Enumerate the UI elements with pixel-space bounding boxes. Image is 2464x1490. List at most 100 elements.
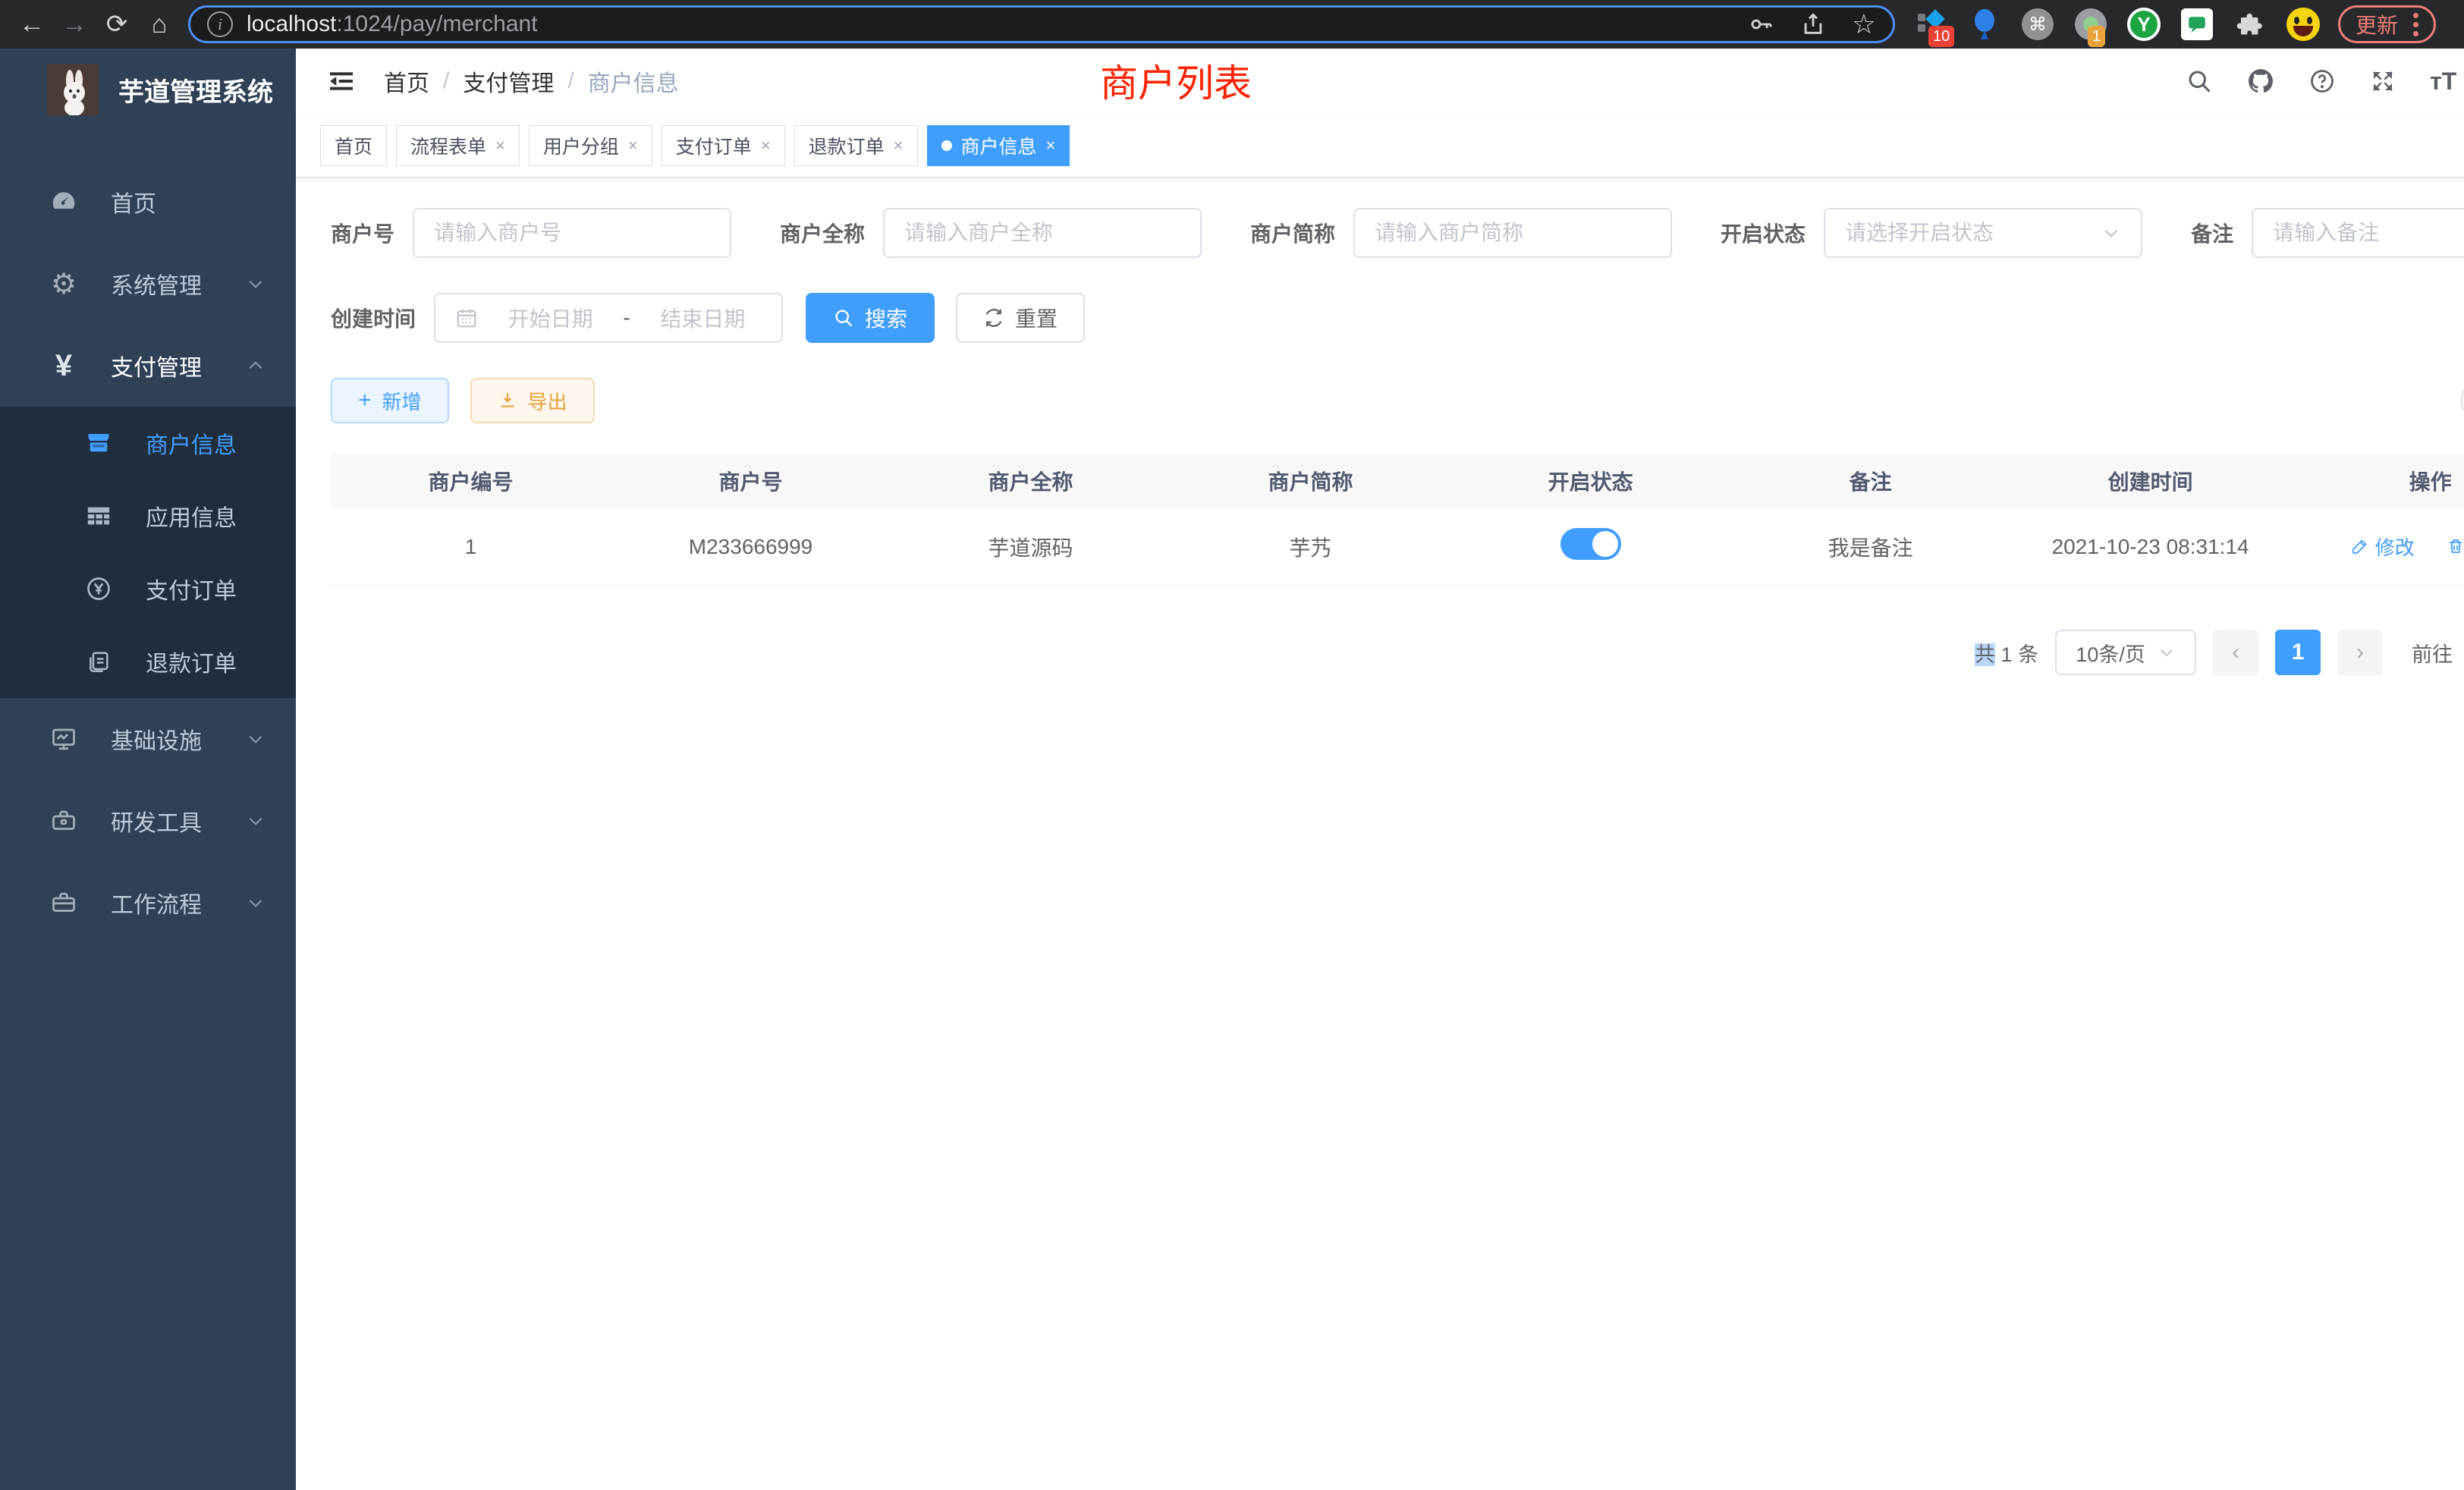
tags-view-bar: 首页 流程表单× 用户分组× 支付订单× 退款订单× 商户信息× bbox=[296, 114, 2464, 178]
forward-icon[interactable]: → bbox=[53, 3, 96, 46]
export-button[interactable]: 导出 bbox=[470, 378, 595, 423]
sidebar-item-refund-order[interactable]: 退款订单 bbox=[0, 625, 296, 698]
top-navbar: 首页 / 支付管理 / 商户信息 тT bbox=[296, 49, 2464, 114]
sidebar-item-label: 系统管理 bbox=[111, 267, 215, 300]
tab-user-group[interactable]: 用户分组× bbox=[529, 125, 652, 166]
tab-pay-order[interactable]: 支付订单× bbox=[662, 125, 785, 166]
sidebar-item-pay[interactable]: ¥ 支付管理 bbox=[0, 325, 296, 407]
col-short-name: 商户简称 bbox=[1171, 466, 1450, 496]
status-label: 开启状态 bbox=[1721, 218, 1806, 248]
sidebar-item-label: 商户信息 bbox=[146, 426, 237, 460]
back-icon[interactable]: ← bbox=[11, 3, 53, 46]
sidebar-item-workflow[interactable]: 工作流程 bbox=[0, 862, 296, 944]
pay-submenu: 商户信息 应用信息 支付订单 bbox=[0, 407, 296, 698]
remark-input[interactable] bbox=[2273, 221, 2464, 245]
sidebar-item-infra[interactable]: 基础设施 bbox=[0, 698, 296, 780]
sidebar-item-label: 基础设施 bbox=[111, 722, 215, 756]
filter-row-1: 商户号 商户全称 商户简称 开启状态 bbox=[331, 208, 2464, 258]
prev-page-button[interactable]: ‹ bbox=[2213, 630, 2258, 675]
short-name-input[interactable] bbox=[1375, 221, 1651, 245]
yen-icon: ¥ bbox=[47, 349, 80, 383]
address-bar[interactable]: i localhost:1024/pay/merchant ☆ bbox=[188, 5, 1895, 43]
col-full-name: 商户全称 bbox=[891, 466, 1171, 496]
extension-recorder-icon[interactable]: 1 bbox=[2074, 8, 2107, 41]
extension-emoji-icon[interactable] bbox=[2286, 8, 2320, 41]
toggle-search-button[interactable] bbox=[2461, 378, 2464, 423]
active-dot-icon bbox=[941, 140, 952, 151]
share-icon[interactable] bbox=[1800, 11, 1826, 37]
sidebar-item-label: 支付订单 bbox=[146, 572, 237, 605]
sidebar-item-label: 退款订单 bbox=[146, 645, 237, 678]
close-icon[interactable]: × bbox=[495, 136, 505, 156]
briefcase-icon bbox=[47, 889, 80, 916]
chevron-down-icon bbox=[2101, 223, 2121, 243]
breadcrumb-pay[interactable]: 支付管理 bbox=[463, 64, 554, 98]
sidebar-item-label: 支付管理 bbox=[111, 349, 215, 382]
status-toggle[interactable] bbox=[1560, 528, 1621, 560]
sidebar-item-merchant-info[interactable]: 商户信息 bbox=[0, 407, 296, 479]
breadcrumb-separator: / bbox=[567, 68, 574, 94]
close-icon[interactable]: × bbox=[628, 136, 638, 156]
add-button[interactable]: + 新增 bbox=[331, 378, 449, 423]
goto-label: 前往 bbox=[2412, 638, 2453, 668]
header-search-icon[interactable] bbox=[2186, 68, 2213, 95]
site-info-icon[interactable]: i bbox=[207, 11, 233, 37]
reload-icon[interactable]: ⟳ bbox=[96, 3, 138, 46]
sidebar-item-pay-order[interactable]: 支付订单 bbox=[0, 552, 296, 625]
browser-menu-icon[interactable] bbox=[2413, 13, 2418, 36]
github-icon[interactable] bbox=[2246, 67, 2275, 96]
sidebar-item-system[interactable]: ⚙ 系统管理 bbox=[0, 243, 296, 325]
extensions-puzzle-icon[interactable] bbox=[2233, 8, 2267, 41]
update-label: 更新 bbox=[2356, 9, 2398, 39]
extension-diamond-icon[interactable]: 10 bbox=[1915, 8, 1948, 41]
page-size-select[interactable]: 10条/页 bbox=[2055, 630, 2196, 675]
tab-refund-order[interactable]: 退款订单× bbox=[794, 125, 918, 166]
calendar-icon bbox=[455, 306, 478, 329]
sidebar-collapse-icon[interactable] bbox=[326, 66, 357, 96]
extension-badge: 10 bbox=[1928, 26, 1954, 47]
browser-update-button[interactable]: 更新 bbox=[2338, 5, 2436, 43]
search-button[interactable]: 搜索 bbox=[806, 293, 935, 343]
font-size-icon[interactable]: тT bbox=[2430, 68, 2456, 96]
extension-command-icon[interactable]: ⌘ bbox=[2021, 8, 2054, 41]
close-icon[interactable]: × bbox=[1046, 136, 1056, 156]
reset-button[interactable]: 重置 bbox=[956, 293, 1085, 343]
fullscreen-icon[interactable] bbox=[2369, 68, 2396, 95]
merchant-no-label: 商户号 bbox=[331, 218, 394, 248]
extension-badge: 1 bbox=[2088, 26, 2105, 47]
close-icon[interactable]: × bbox=[761, 136, 771, 156]
col-merchant-no: 商户号 bbox=[611, 466, 891, 496]
shop-icon bbox=[82, 429, 115, 457]
sidebar-item-app-info[interactable]: 应用信息 bbox=[0, 479, 296, 552]
app-title: 芋道管理系统 bbox=[118, 71, 273, 108]
sidebar-item-home[interactable]: 首页 bbox=[0, 161, 296, 243]
full-name-input[interactable] bbox=[904, 221, 1180, 245]
extension-chat-icon[interactable] bbox=[2180, 8, 2214, 41]
tab-process-form[interactable]: 流程表单× bbox=[396, 125, 520, 166]
close-icon[interactable]: × bbox=[894, 136, 904, 156]
short-name-label: 商户简称 bbox=[1250, 218, 1335, 248]
edit-link[interactable]: 修改 bbox=[2351, 533, 2415, 561]
status-select[interactable] bbox=[1824, 208, 2142, 258]
password-key-icon[interactable] bbox=[1749, 11, 1774, 37]
help-icon[interactable] bbox=[2308, 68, 2336, 95]
extension-y-icon[interactable]: Y bbox=[2127, 8, 2161, 41]
col-remark: 备注 bbox=[1730, 466, 2010, 496]
date-range-picker[interactable]: 开始日期 - 结束日期 bbox=[434, 293, 783, 343]
extension-balloon-icon[interactable] bbox=[1968, 8, 2001, 41]
selected-text: 共 bbox=[1975, 643, 1995, 666]
page-1-button[interactable]: 1 bbox=[2275, 630, 2321, 675]
sidebar-item-label: 首页 bbox=[111, 185, 266, 218]
next-page-button[interactable]: › bbox=[2337, 630, 2383, 675]
status-select-input[interactable] bbox=[1845, 221, 2092, 245]
home-icon[interactable]: ⌂ bbox=[138, 3, 181, 46]
url-text[interactable]: localhost:1024/pay/merchant bbox=[247, 11, 538, 37]
sidebar-item-dev-tools[interactable]: 研发工具 bbox=[0, 780, 296, 862]
delete-link[interactable]: 删除 bbox=[2447, 533, 2464, 561]
app-logo-row[interactable]: 芋道管理系统 bbox=[0, 49, 296, 130]
tab-home[interactable]: 首页 bbox=[320, 125, 387, 166]
tab-merchant-info[interactable]: 商户信息× bbox=[927, 125, 1070, 166]
breadcrumb-separator: / bbox=[443, 68, 449, 94]
breadcrumb-home[interactable]: 首页 bbox=[384, 64, 429, 98]
merchant-no-input[interactable] bbox=[434, 221, 710, 245]
